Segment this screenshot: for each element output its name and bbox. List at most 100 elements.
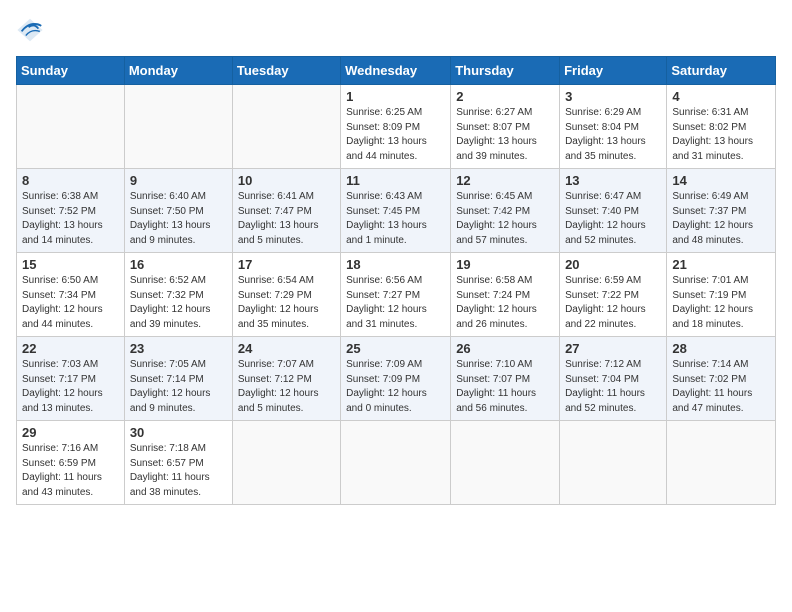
day-number: 9 — [130, 173, 227, 188]
day-of-week-header: Thursday — [451, 57, 560, 85]
calendar-day-cell: 15 Sunrise: 6:50 AMSunset: 7:34 PMDaylig… — [17, 253, 125, 337]
calendar-day-cell: 4 Sunrise: 6:31 AMSunset: 8:02 PMDayligh… — [667, 85, 776, 169]
day-of-week-header: Saturday — [667, 57, 776, 85]
day-number: 12 — [456, 173, 554, 188]
day-info: Sunrise: 6:54 AMSunset: 7:29 PMDaylight:… — [238, 274, 335, 332]
calendar-day-cell: 2 Sunrise: 6:27 AMSunset: 8:07 PMDayligh… — [451, 85, 560, 169]
calendar-week-row: 22 Sunrise: 7:03 AMSunset: 7:17 PMDaylig… — [17, 337, 776, 421]
day-number: 20 — [565, 257, 661, 272]
day-info: Sunrise: 7:07 AMSunset: 7:12 PMDaylight:… — [238, 358, 335, 416]
calendar-day-cell — [451, 421, 560, 505]
day-number: 21 — [672, 257, 770, 272]
calendar-day-cell: 20 Sunrise: 6:59 AMSunset: 7:22 PMDaylig… — [560, 253, 667, 337]
calendar-week-row: 29 Sunrise: 7:16 AMSunset: 6:59 PMDaylig… — [17, 421, 776, 505]
day-info: Sunrise: 6:49 AMSunset: 7:37 PMDaylight:… — [672, 190, 770, 248]
day-number: 25 — [346, 341, 445, 356]
day-info: Sunrise: 6:27 AMSunset: 8:07 PMDaylight:… — [456, 106, 554, 164]
day-number: 24 — [238, 341, 335, 356]
calendar-day-cell — [124, 85, 232, 169]
calendar-header-row: SundayMondayTuesdayWednesdayThursdayFrid… — [17, 57, 776, 85]
day-info: Sunrise: 6:31 AMSunset: 8:02 PMDaylight:… — [672, 106, 770, 164]
day-info: Sunrise: 7:05 AMSunset: 7:14 PMDaylight:… — [130, 358, 227, 416]
day-number: 14 — [672, 173, 770, 188]
calendar-day-cell: 8 Sunrise: 6:38 AMSunset: 7:52 PMDayligh… — [17, 169, 125, 253]
calendar-day-cell: 30 Sunrise: 7:18 AMSunset: 6:57 PMDaylig… — [124, 421, 232, 505]
day-of-week-header: Monday — [124, 57, 232, 85]
calendar-day-cell: 22 Sunrise: 7:03 AMSunset: 7:17 PMDaylig… — [17, 337, 125, 421]
calendar-day-cell — [560, 421, 667, 505]
day-of-week-header: Wednesday — [341, 57, 451, 85]
day-number: 26 — [456, 341, 554, 356]
day-of-week-header: Tuesday — [232, 57, 340, 85]
day-info: Sunrise: 6:52 AMSunset: 7:32 PMDaylight:… — [130, 274, 227, 332]
day-info: Sunrise: 6:38 AMSunset: 7:52 PMDaylight:… — [22, 190, 119, 248]
day-number: 17 — [238, 257, 335, 272]
calendar-day-cell — [232, 421, 340, 505]
calendar-day-cell: 12 Sunrise: 6:45 AMSunset: 7:42 PMDaylig… — [451, 169, 560, 253]
day-number: 29 — [22, 425, 119, 440]
day-info: Sunrise: 7:09 AMSunset: 7:09 PMDaylight:… — [346, 358, 445, 416]
day-number: 3 — [565, 89, 661, 104]
calendar-day-cell — [232, 85, 340, 169]
day-info: Sunrise: 6:25 AMSunset: 8:09 PMDaylight:… — [346, 106, 445, 164]
day-number: 18 — [346, 257, 445, 272]
day-number: 8 — [22, 173, 119, 188]
calendar-day-cell: 26 Sunrise: 7:10 AMSunset: 7:07 PMDaylig… — [451, 337, 560, 421]
day-of-week-header: Sunday — [17, 57, 125, 85]
day-number: 15 — [22, 257, 119, 272]
day-number: 11 — [346, 173, 445, 188]
day-number: 2 — [456, 89, 554, 104]
day-number: 10 — [238, 173, 335, 188]
day-number: 16 — [130, 257, 227, 272]
day-info: Sunrise: 7:18 AMSunset: 6:57 PMDaylight:… — [130, 442, 227, 500]
day-number: 30 — [130, 425, 227, 440]
calendar-day-cell — [341, 421, 451, 505]
day-number: 1 — [346, 89, 445, 104]
day-number: 28 — [672, 341, 770, 356]
day-info: Sunrise: 6:47 AMSunset: 7:40 PMDaylight:… — [565, 190, 661, 248]
calendar-week-row: 1 Sunrise: 6:25 AMSunset: 8:09 PMDayligh… — [17, 85, 776, 169]
day-info: Sunrise: 7:16 AMSunset: 6:59 PMDaylight:… — [22, 442, 119, 500]
calendar-day-cell: 29 Sunrise: 7:16 AMSunset: 6:59 PMDaylig… — [17, 421, 125, 505]
calendar-day-cell: 27 Sunrise: 7:12 AMSunset: 7:04 PMDaylig… — [560, 337, 667, 421]
calendar-day-cell: 16 Sunrise: 6:52 AMSunset: 7:32 PMDaylig… — [124, 253, 232, 337]
day-info: Sunrise: 6:29 AMSunset: 8:04 PMDaylight:… — [565, 106, 661, 164]
calendar-day-cell: 28 Sunrise: 7:14 AMSunset: 7:02 PMDaylig… — [667, 337, 776, 421]
calendar-day-cell: 25 Sunrise: 7:09 AMSunset: 7:09 PMDaylig… — [341, 337, 451, 421]
calendar-day-cell — [17, 85, 125, 169]
calendar-day-cell: 3 Sunrise: 6:29 AMSunset: 8:04 PMDayligh… — [560, 85, 667, 169]
day-info: Sunrise: 6:43 AMSunset: 7:45 PMDaylight:… — [346, 190, 445, 248]
day-info: Sunrise: 6:58 AMSunset: 7:24 PMDaylight:… — [456, 274, 554, 332]
day-info: Sunrise: 7:01 AMSunset: 7:19 PMDaylight:… — [672, 274, 770, 332]
calendar-day-cell: 11 Sunrise: 6:43 AMSunset: 7:45 PMDaylig… — [341, 169, 451, 253]
calendar-day-cell: 24 Sunrise: 7:07 AMSunset: 7:12 PMDaylig… — [232, 337, 340, 421]
day-info: Sunrise: 6:41 AMSunset: 7:47 PMDaylight:… — [238, 190, 335, 248]
calendar-day-cell — [667, 421, 776, 505]
day-info: Sunrise: 6:56 AMSunset: 7:27 PMDaylight:… — [346, 274, 445, 332]
day-info: Sunrise: 7:12 AMSunset: 7:04 PMDaylight:… — [565, 358, 661, 416]
calendar-week-row: 15 Sunrise: 6:50 AMSunset: 7:34 PMDaylig… — [17, 253, 776, 337]
day-info: Sunrise: 7:03 AMSunset: 7:17 PMDaylight:… — [22, 358, 119, 416]
calendar-day-cell: 19 Sunrise: 6:58 AMSunset: 7:24 PMDaylig… — [451, 253, 560, 337]
calendar-day-cell: 21 Sunrise: 7:01 AMSunset: 7:19 PMDaylig… — [667, 253, 776, 337]
day-number: 22 — [22, 341, 119, 356]
page-header — [16, 16, 776, 44]
day-number: 23 — [130, 341, 227, 356]
logo-icon — [16, 16, 44, 44]
day-number: 4 — [672, 89, 770, 104]
day-info: Sunrise: 6:59 AMSunset: 7:22 PMDaylight:… — [565, 274, 661, 332]
day-number: 27 — [565, 341, 661, 356]
day-number: 19 — [456, 257, 554, 272]
calendar-day-cell: 23 Sunrise: 7:05 AMSunset: 7:14 PMDaylig… — [124, 337, 232, 421]
calendar-day-cell: 18 Sunrise: 6:56 AMSunset: 7:27 PMDaylig… — [341, 253, 451, 337]
calendar-day-cell: 1 Sunrise: 6:25 AMSunset: 8:09 PMDayligh… — [341, 85, 451, 169]
day-of-week-header: Friday — [560, 57, 667, 85]
day-info: Sunrise: 6:50 AMSunset: 7:34 PMDaylight:… — [22, 274, 119, 332]
day-number: 13 — [565, 173, 661, 188]
calendar-day-cell: 14 Sunrise: 6:49 AMSunset: 7:37 PMDaylig… — [667, 169, 776, 253]
calendar-week-row: 8 Sunrise: 6:38 AMSunset: 7:52 PMDayligh… — [17, 169, 776, 253]
calendar-day-cell: 17 Sunrise: 6:54 AMSunset: 7:29 PMDaylig… — [232, 253, 340, 337]
calendar-day-cell: 9 Sunrise: 6:40 AMSunset: 7:50 PMDayligh… — [124, 169, 232, 253]
calendar-day-cell: 13 Sunrise: 6:47 AMSunset: 7:40 PMDaylig… — [560, 169, 667, 253]
day-info: Sunrise: 7:10 AMSunset: 7:07 PMDaylight:… — [456, 358, 554, 416]
